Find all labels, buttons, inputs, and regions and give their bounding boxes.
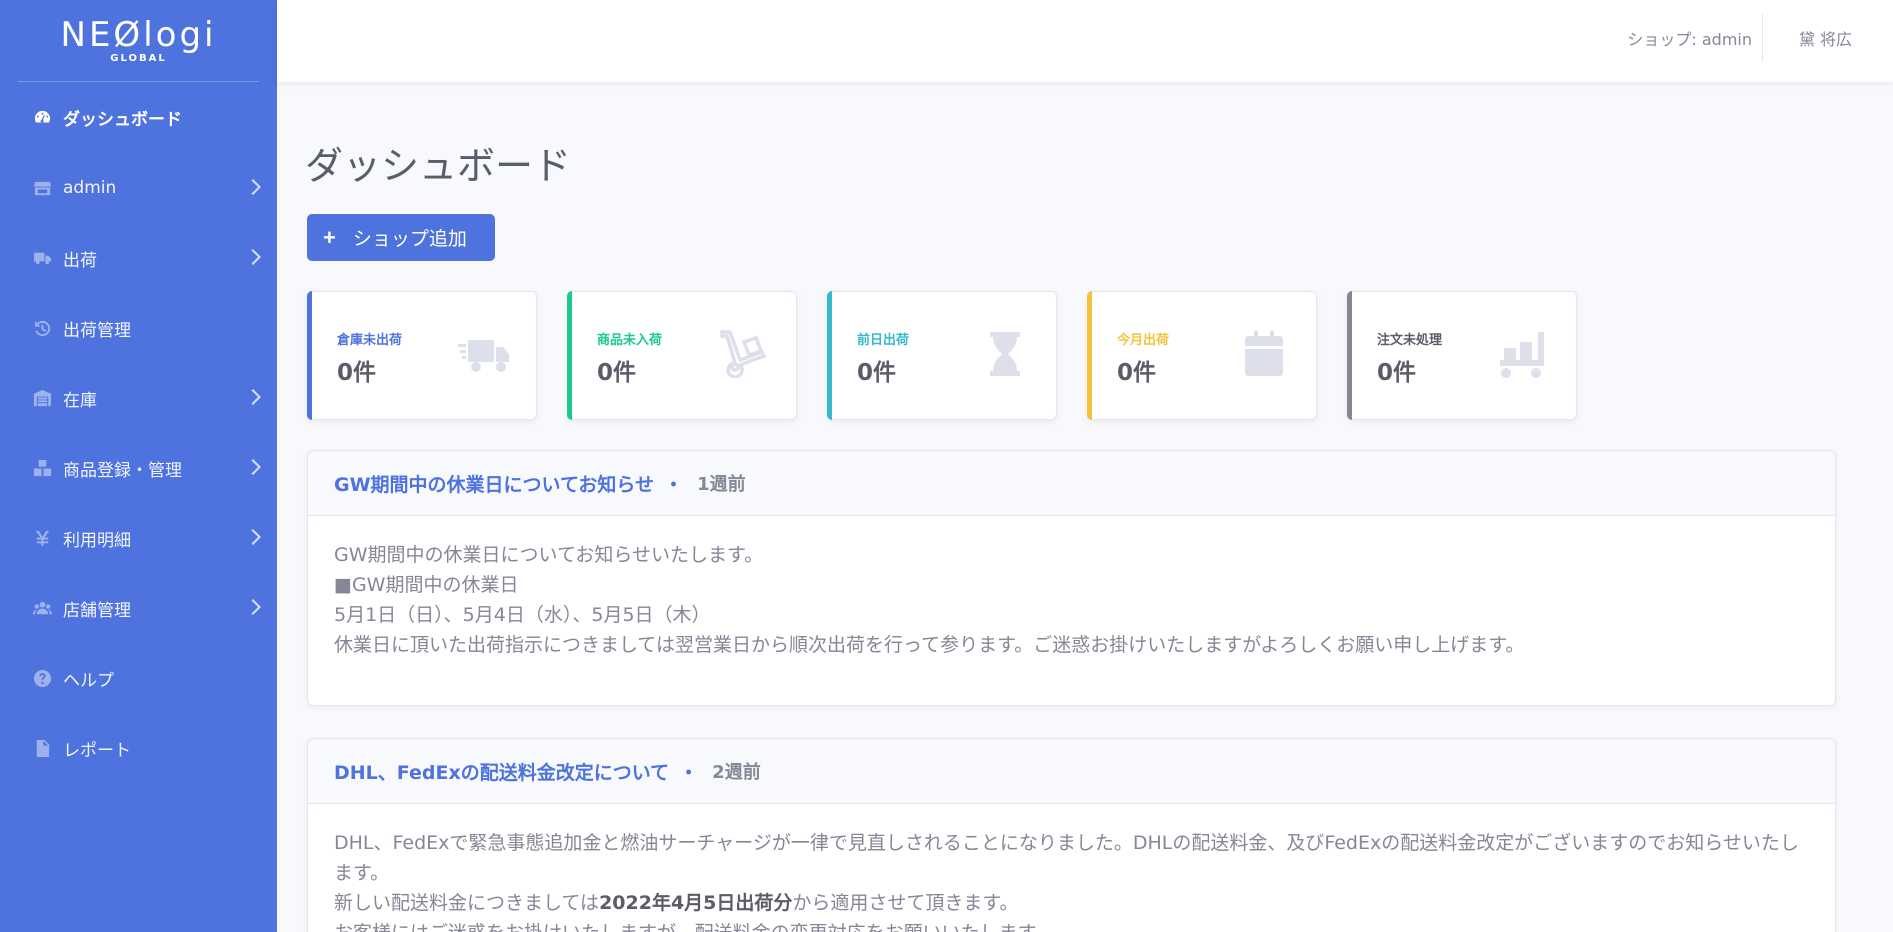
news-line: DHL、FedExで緊急事態追加金と燃油サーチャージが一律で見直しされることにな… (334, 832, 1799, 884)
stat-value: 0件 (1117, 360, 1157, 386)
add-shop-button[interactable]: + ショップ追加 (307, 214, 495, 261)
news-body: GW期間中の休業日についてお知らせいたします。 ■GW期間中の休業日 5月1日（… (308, 516, 1835, 660)
news-line: お客様にはご迷惑をお掛けいたしますが、配送料金の変更対応をお願いいたします。 (334, 918, 1809, 932)
chevron-right-icon (251, 388, 267, 408)
sidebar-item-label: 商品登録・管理 (63, 460, 182, 481)
chevron-right-icon (251, 178, 267, 198)
sidebar-item-help[interactable]: ヘルプ (0, 658, 277, 698)
shop-selector[interactable]: ショップ: admin (1627, 26, 1752, 50)
chevron-right-icon (251, 528, 267, 548)
stat-accent-bar (827, 291, 832, 420)
stat-value: 0件 (337, 360, 377, 386)
add-shop-label: ショップ追加 (352, 229, 467, 250)
history-icon (31, 318, 53, 338)
stat-value: 0件 (597, 360, 637, 386)
sidebar-item-label: 店舗管理 (63, 600, 131, 621)
page-title: ダッシュボード (305, 144, 572, 188)
sidebar-item-report[interactable]: レポート (0, 728, 277, 768)
news-time: 1週前 (697, 474, 746, 495)
brand-logo[interactable]: NEØlogi GLOBAL (18, 0, 259, 82)
news-separator: ・ (679, 761, 699, 784)
stat-label: 商品未入荷 (597, 333, 663, 348)
news-separator: ・ (664, 473, 684, 496)
store-icon (31, 178, 53, 198)
sidebar-item-label: ヘルプ (63, 670, 114, 691)
news-line: ■GW期間中の休業日 (334, 574, 519, 596)
topbar-divider (1762, 14, 1763, 62)
news-line: GW期間中の休業日についてお知らせいたします。 (334, 544, 764, 566)
sidebar-item-store-management[interactable]: 店舗管理 (0, 588, 277, 628)
stat-card-yesterday-shipped[interactable]: 前日出荷 0件 (827, 291, 1057, 420)
stat-card-monthly-shipped[interactable]: 今月出荷 0件 (1087, 291, 1317, 420)
brand-sub: GLOBAL (110, 53, 167, 64)
stat-label: 注文未処理 (1377, 333, 1443, 348)
boxes-icon (31, 458, 53, 478)
warehouse-icon (31, 388, 53, 408)
stat-label: 今月出荷 (1117, 333, 1170, 348)
yen-icon (31, 528, 53, 548)
sidebar-item-billing[interactable]: 利用明細 (0, 518, 277, 558)
sidebar-item-shipping-management[interactable]: 出荷管理 (0, 308, 277, 348)
brand-name: NEØlogi (60, 15, 217, 55)
file-icon (31, 738, 53, 758)
chevron-right-icon (251, 458, 267, 478)
sidebar-item-label: 利用明細 (63, 530, 131, 551)
calendar-icon (1238, 330, 1290, 378)
stat-card-products-not-received[interactable]: 商品未入荷 0件 (567, 291, 797, 420)
stat-card-warehouse-unshipped[interactable]: 倉庫未出荷 0件 (307, 291, 537, 420)
news-header: DHL、FedExの配送料金改定について ・ 2週前 (308, 739, 1835, 804)
news-text: から適用させて頂きます。 (792, 892, 1019, 914)
news-title[interactable]: GW期間中の休業日についてお知らせ (334, 470, 654, 497)
stat-value: 0件 (1377, 360, 1417, 386)
chevron-right-icon (251, 598, 267, 618)
news-title[interactable]: DHL、FedExの配送料金改定について (334, 758, 669, 785)
news-highlight-date: 2022年4月5日出荷分 (599, 892, 793, 914)
sidebar-item-label: admin (63, 178, 117, 198)
sidebar-item-label: レポート (63, 740, 131, 761)
news-body: DHL、FedExで緊急事態追加金と燃油サーチャージが一律で見直しされることにな… (308, 804, 1835, 932)
topbar: ショップ: admin 黛 将広 (277, 0, 1893, 82)
users-icon (31, 598, 53, 618)
stat-value: 0件 (857, 360, 897, 386)
question-circle-icon (31, 668, 53, 688)
sidebar-item-dashboard[interactable]: ダッシュボード (0, 97, 277, 137)
tachometer-icon (31, 107, 53, 127)
dolly-flatbed-icon (1498, 330, 1550, 378)
stat-accent-bar (1347, 291, 1352, 420)
news-card-gw-holidays: GW期間中の休業日についてお知らせ ・ 1週前 GW期間中の休業日についてお知ら… (307, 450, 1836, 706)
sidebar-item-label: 出荷管理 (63, 320, 131, 341)
sidebar: NEØlogi GLOBAL ダッシュボード admin 出荷 出荷管理 在庫 (0, 0, 277, 932)
stat-label: 倉庫未出荷 (337, 333, 403, 348)
dolly-icon (718, 330, 770, 379)
sidebar-item-label: 在庫 (63, 390, 97, 411)
user-menu[interactable]: 黛 将広 (1799, 26, 1852, 50)
stat-card-orders-unprocessed[interactable]: 注文未処理 0件 (1347, 291, 1577, 420)
stat-accent-bar (307, 291, 312, 420)
news-line: 5月1日（日）、5月4日（水）、5月5日（木） (334, 604, 711, 626)
stat-accent-bar (1087, 291, 1092, 420)
sidebar-item-shipping[interactable]: 出荷 (0, 238, 277, 278)
hourglass-icon (978, 330, 1030, 378)
sidebar-item-label: 出荷 (63, 250, 97, 271)
news-line: 新しい配送料金につきましては2022年4月5日出荷分から適用させて頂きます。 (334, 888, 1809, 918)
sidebar-item-label: ダッシュボード (63, 109, 182, 130)
news-text: 新しい配送料金につきましては (334, 892, 600, 914)
stat-accent-bar (567, 291, 572, 420)
chevron-right-icon (251, 248, 267, 268)
truck-icon (31, 248, 53, 268)
news-time: 2週前 (712, 762, 761, 783)
news-header: GW期間中の休業日についてお知らせ ・ 1週前 (308, 451, 1835, 516)
news-line: 休業日に頂いた出荷指示につきましては翌営業日から順次出荷を行って参ります。ご迷惑… (334, 634, 1525, 656)
plus-icon: + (323, 224, 336, 250)
news-card-dhl-fedex-rates: DHL、FedExの配送料金改定について ・ 2週前 DHL、FedExで緊急事… (307, 738, 1836, 932)
sidebar-item-products[interactable]: 商品登録・管理 (0, 448, 277, 488)
stat-label: 前日出荷 (857, 333, 910, 348)
shipping-fast-icon (458, 330, 510, 378)
sidebar-item-inventory[interactable]: 在庫 (0, 378, 277, 418)
sidebar-item-admin[interactable]: admin (0, 168, 277, 208)
